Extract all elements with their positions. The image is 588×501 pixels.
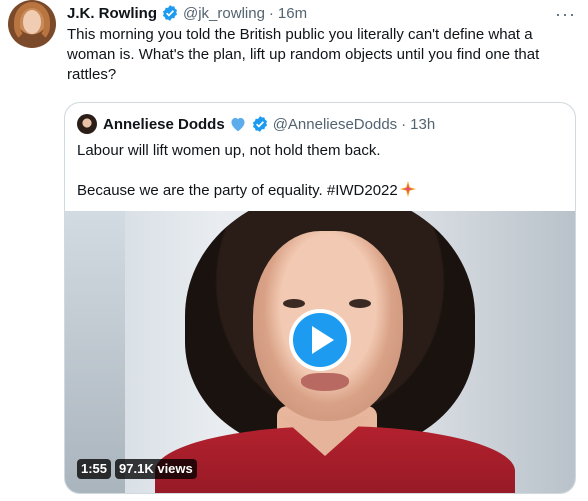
quoted-tweet-text: Labour will lift women up, not hold them… [77, 141, 562, 201]
verified-badge-icon [161, 4, 179, 22]
author-name[interactable]: J.K. Rowling [67, 5, 157, 22]
quoted-tweet-header: Anneliese Dodds @AnnelieseDodds · 13h [77, 113, 435, 135]
author-avatar[interactable] [8, 0, 56, 48]
video-subject-eye-left [283, 299, 305, 308]
quoted-author-name[interactable]: Anneliese Dodds [103, 116, 225, 133]
quoted-header-separator: · [401, 115, 407, 133]
quoted-author-handle[interactable]: @AnnelieseDodds [273, 116, 397, 133]
quoted-text-line-2: Because we are the party of equality. #I… [77, 181, 562, 201]
tweet[interactable]: J.K. Rowling @jk_rowling · 16m ··· This … [0, 0, 588, 501]
video-subject-eye-right [349, 299, 371, 308]
tweet-timestamp[interactable]: 16m [278, 5, 307, 22]
quoted-text-line-2-text: Because we are the party of equality. #I… [77, 182, 398, 199]
tweet-text: This morning you told the British public… [67, 26, 540, 83]
quoted-tweet-timestamp[interactable]: 13h [410, 116, 435, 133]
video-view-count: 97.1K views [115, 459, 197, 479]
author-handle[interactable]: @jk_rowling [183, 5, 265, 22]
quoted-tweet[interactable]: Anneliese Dodds @AnnelieseDodds · 13h La… [64, 102, 576, 494]
video-subject-mouth [301, 373, 349, 391]
avatar-face [23, 10, 41, 34]
video-badges: 1:55 97.1K views [77, 459, 197, 479]
verified-badge-icon [251, 115, 269, 133]
header-separator: · [268, 4, 274, 22]
video-duration: 1:55 [77, 459, 112, 479]
quoted-text-line-1: Labour will lift women up, not hold them… [77, 142, 381, 159]
quoted-author-avatar[interactable] [77, 114, 97, 134]
play-button[interactable] [289, 309, 351, 371]
tweet-header: J.K. Rowling @jk_rowling · 16m [67, 2, 307, 24]
play-icon [312, 326, 334, 354]
blue-heart-icon [229, 116, 247, 132]
sparkle-emoji-icon [399, 181, 416, 197]
video-background [65, 211, 125, 493]
more-horizontal-icon[interactable]: ··· [555, 4, 576, 25]
video-player[interactable]: 1:55 97.1K views [65, 211, 575, 493]
